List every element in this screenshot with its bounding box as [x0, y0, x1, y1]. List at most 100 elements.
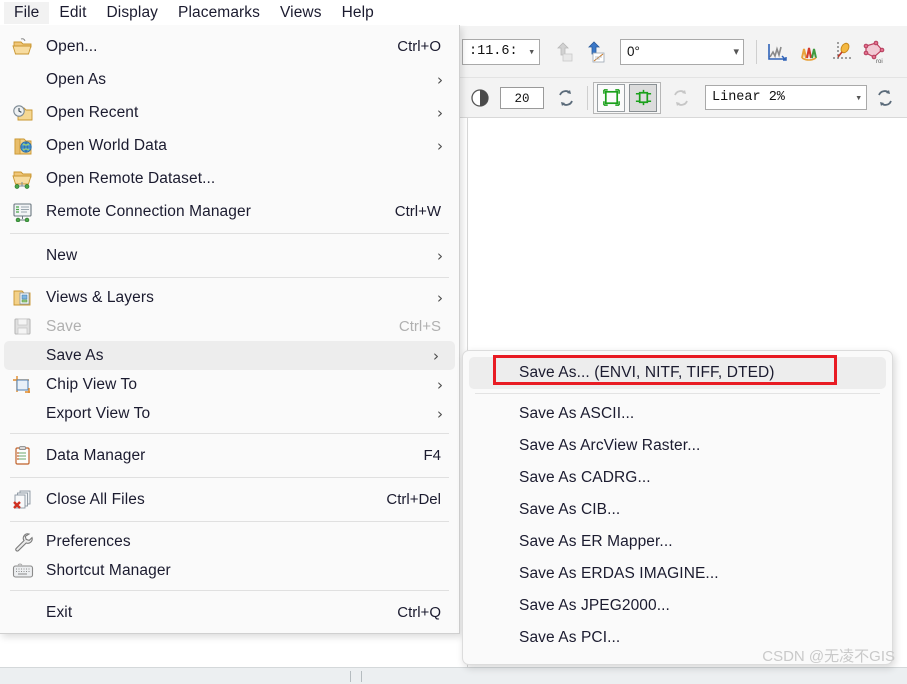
svg-text:roi: roi — [876, 59, 883, 64]
menu-item-label: Remote Connection Manager — [46, 202, 251, 220]
menu-item-label: New — [46, 246, 78, 264]
file-menu-panel: Open... Ctrl+O Open As › Open Recent › O… — [0, 25, 460, 634]
menu-item-accelerator: F4 — [423, 447, 441, 464]
menu-item-label: Open World Data — [46, 136, 167, 154]
toolbar-separator — [587, 85, 588, 110]
brightness-input[interactable]: 20 — [500, 86, 544, 109]
submenu-item-save-as-arcview-raster[interactable]: Save As ArcView Raster... — [463, 430, 892, 462]
menu-item-label: Chip View To — [46, 375, 138, 393]
menu-item-open-world-data[interactable]: Open World Data › — [0, 129, 459, 162]
menu-bar: File Edit Display Placemarks Views Help — [0, 0, 907, 25]
watermark-text: CSDN @无凌不GIS — [762, 648, 895, 665]
menu-item-remote-connection-manager[interactable]: Remote Connection Manager Ctrl+W — [0, 195, 459, 228]
no-icon-placeholder — [8, 403, 38, 425]
arrow-up-north-rotate-icon[interactable] — [582, 38, 610, 66]
menubar-item-placemarks[interactable]: Placemarks — [168, 2, 270, 24]
folder-network-icon — [8, 168, 38, 190]
chevron-right-icon: › — [437, 375, 443, 394]
submenu-item-save-as-ascii[interactable]: Save As ASCII... — [463, 398, 892, 430]
chevron-right-icon: › — [437, 103, 443, 122]
menu-item-close-all-files[interactable]: Close All Files Ctrl+Del — [0, 483, 459, 516]
close-all-files-icon — [8, 489, 38, 511]
menu-item-label: Open Recent — [46, 103, 139, 121]
open-folder-icon — [8, 36, 38, 58]
menu-item-preferences[interactable]: Preferences — [0, 527, 459, 556]
menu-item-label: Save — [46, 317, 82, 335]
menu-item-chip-view-to[interactable]: Chip View To › — [0, 370, 459, 399]
no-icon-placeholder — [8, 602, 38, 624]
menu-item-open-remote-dataset[interactable]: Open Remote Dataset... — [0, 162, 459, 195]
menubar-item-edit[interactable]: Edit — [49, 2, 96, 24]
menu-item-label: Open As — [46, 70, 107, 88]
zoom-to-view-extent-icon[interactable] — [629, 83, 657, 112]
menu-item-new[interactable]: New › — [0, 239, 459, 272]
submenu-item-save-as-cadrg[interactable]: Save As CADRG... — [463, 462, 892, 494]
chevron-right-icon: › — [437, 70, 443, 89]
menu-separator — [10, 477, 449, 478]
submenu-item-save-as-cib[interactable]: Save As CIB... — [463, 494, 892, 526]
menu-separator — [10, 590, 449, 591]
contrast-circle-icon[interactable] — [466, 84, 494, 112]
rotation-angle-value: 0° — [627, 44, 640, 59]
menu-item-label: Shortcut Manager — [46, 561, 171, 579]
rotation-angle-combobox[interactable]: 0° ▾ — [620, 38, 744, 65]
menu-item-accelerator: Ctrl+S — [398, 318, 441, 335]
annotation-pen-icon[interactable] — [828, 38, 856, 66]
menu-item-accelerator: Ctrl+Del — [386, 491, 441, 508]
zoom-level-combobox[interactable]: :11.6: ▾ — [462, 38, 540, 65]
menu-item-open-recent[interactable]: Open Recent › — [0, 96, 459, 129]
menu-separator — [10, 277, 449, 278]
refresh-icon[interactable] — [552, 84, 580, 112]
bottom-status-bar — [0, 667, 907, 684]
menu-item-label: Open Remote Dataset... — [46, 169, 216, 187]
wrench-icon — [8, 531, 38, 553]
stretch-type-combobox[interactable]: Linear 2% ▾ — [705, 85, 867, 110]
refresh-icon[interactable] — [871, 84, 899, 112]
horizontal-scrollbar-handle[interactable] — [350, 671, 362, 682]
chevron-right-icon: › — [437, 136, 443, 155]
menu-item-export-view-to[interactable]: Export View To › — [0, 399, 459, 428]
save-as-submenu-panel: Save As... (ENVI, NITF, TIFF, DTED) Save… — [462, 350, 893, 665]
menu-item-data-manager[interactable]: Data Manager F4 — [0, 439, 459, 472]
no-icon-placeholder — [8, 69, 38, 91]
menu-item-exit[interactable]: Exit Ctrl+Q — [0, 596, 459, 629]
chevron-right-icon: › — [437, 288, 443, 307]
submenu-item-save-as-erdas-imagine[interactable]: Save As ERDAS IMAGINE... — [463, 558, 892, 590]
submenu-item-save-as-jpeg2000[interactable]: Save As JPEG2000... — [463, 590, 892, 622]
submenu-item-save-as-envi[interactable]: Save As... (ENVI, NITF, TIFF, DTED) — [469, 357, 886, 389]
chevron-right-icon: › — [437, 246, 443, 265]
toolbar-display-enhancement: 20 Linear 2% ▾ — [460, 78, 907, 118]
submenu-item-save-as-er-mapper[interactable]: Save As ER Mapper... — [463, 526, 892, 558]
menubar-item-display[interactable]: Display — [97, 2, 169, 24]
views-layers-icon — [8, 287, 38, 309]
stretch-extent-group — [593, 81, 661, 114]
menu-item-shortcut-manager[interactable]: Shortcut Manager — [0, 556, 459, 585]
chevron-down-icon: ▾ — [733, 46, 739, 58]
monitor-network-icon — [8, 201, 38, 223]
menu-item-label: Save As — [46, 346, 104, 364]
menu-separator — [10, 233, 449, 234]
menu-item-open-as[interactable]: Open As › — [0, 63, 459, 96]
zoom-to-full-extent-icon[interactable] — [597, 83, 625, 112]
toolbar-navigation: :11.6: ▾ 0° ▾ roi — [460, 26, 907, 78]
menu-item-save-as[interactable]: Save As › — [4, 341, 455, 370]
menu-item-label: Data Manager — [46, 446, 146, 464]
spectral-profile-blue-icon[interactable] — [764, 38, 792, 66]
menu-item-label: Open... — [46, 37, 98, 55]
roi-tool-icon[interactable]: roi — [860, 38, 888, 66]
recent-folder-clock-icon — [8, 102, 38, 124]
menu-item-open[interactable]: Open... Ctrl+O — [0, 30, 459, 63]
spectral-profile-color-icon[interactable] — [796, 38, 824, 66]
no-icon-placeholder — [8, 245, 38, 267]
menu-item-accelerator: Ctrl+Q — [397, 604, 441, 621]
menu-item-views-and-layers[interactable]: Views & Layers › — [0, 283, 459, 312]
menubar-item-views[interactable]: Views — [270, 2, 332, 24]
keyboard-icon — [8, 560, 38, 582]
chevron-down-icon: ▾ — [528, 46, 535, 59]
floppy-save-icon — [8, 316, 38, 338]
menu-item-label: Close All Files — [46, 490, 145, 508]
clipboard-icon — [8, 445, 38, 467]
menubar-item-help[interactable]: Help — [332, 2, 384, 24]
menubar-item-file[interactable]: File — [4, 1, 50, 24]
no-icon-placeholder — [8, 345, 38, 367]
